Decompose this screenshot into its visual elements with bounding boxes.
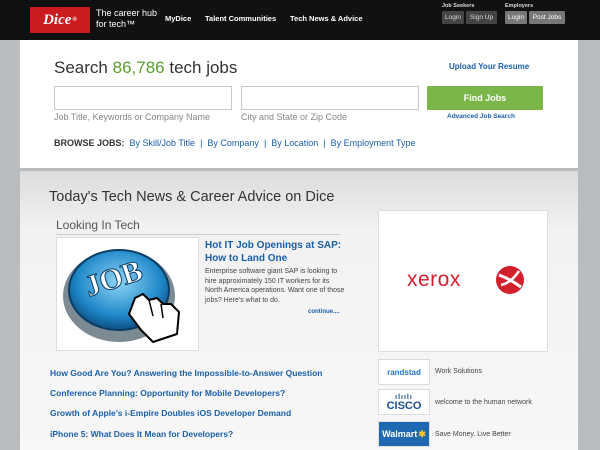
- dice-logo[interactable]: Dice ®: [30, 7, 90, 33]
- randstad-tagline: Work Solutions: [435, 368, 482, 375]
- upload-resume-link[interactable]: Upload Your Resume: [449, 62, 529, 71]
- search-panel: Search 86,786 tech jobs Upload Your Resu…: [20, 40, 578, 168]
- xerox-ad[interactable]: xerox: [378, 210, 548, 352]
- logo-text: Dice: [43, 11, 72, 28]
- featured-story-body: Enterprise software giant SAP is looking…: [205, 268, 345, 304]
- browse-by-skill[interactable]: By Skill/Job Title: [130, 138, 196, 148]
- cisco-logo[interactable]: ılıılı CISCO: [378, 389, 430, 415]
- walmart-logo-text: Walmart: [382, 429, 418, 439]
- top-bar: Dice ® The career hub for tech™ MyDice Ta…: [0, 0, 600, 40]
- nav-tech-news[interactable]: Tech News & Advice: [290, 14, 363, 23]
- keyword-hint: Job Title, Keywords or Company Name: [54, 112, 211, 122]
- section-divider: [56, 234, 340, 235]
- job-seekers-label: Job Seekers: [442, 3, 475, 9]
- section-heading: Looking In Tech: [56, 218, 140, 232]
- xerox-logo-text: xerox: [407, 268, 461, 291]
- featured-story-title[interactable]: Hot IT Job Openings at SAP: How to Land …: [205, 239, 355, 265]
- browse-label: BROWSE JOBS:: [54, 138, 125, 148]
- employers-label: Employers: [505, 3, 534, 9]
- continue-link[interactable]: continue....: [308, 309, 340, 315]
- job-seeker-signup-button[interactable]: Sign Up: [466, 11, 497, 24]
- post-jobs-button[interactable]: Post Jobs: [529, 11, 565, 24]
- job-count: 86,786: [112, 58, 165, 77]
- walmart-logo[interactable]: Walmart ✱: [378, 421, 430, 447]
- search-title-prefix: Search: [54, 58, 108, 77]
- search-title-suffix: tech jobs: [169, 58, 238, 77]
- browse-by-location[interactable]: By Location: [271, 138, 318, 148]
- randstad-logo[interactable]: randstad: [378, 359, 430, 385]
- employer-login-button[interactable]: Login: [505, 11, 527, 24]
- nav-talent-communities[interactable]: Talent Communities: [205, 14, 276, 23]
- tagline: The career hub for tech™: [96, 8, 158, 29]
- browse-by-company[interactable]: By Company: [207, 138, 259, 148]
- walmart-tagline: Save Money. Live Better: [435, 431, 511, 438]
- browse-by-employment-type[interactable]: By Employment Type: [331, 138, 416, 148]
- headline-link[interactable]: How Good Are You? Answering the Impossib…: [50, 368, 323, 378]
- location-input[interactable]: [241, 86, 419, 110]
- find-jobs-button[interactable]: Find Jobs: [427, 86, 543, 110]
- headline-link[interactable]: iPhone 5: What Does It Mean for Develope…: [50, 429, 233, 439]
- headline-link[interactable]: Conference Planning: Opportunity for Mob…: [50, 388, 285, 398]
- advanced-search-link[interactable]: Advanced Job Search: [447, 113, 515, 120]
- job-seeker-login-button[interactable]: Login: [442, 11, 464, 24]
- xerox-ball-icon: [496, 266, 524, 294]
- browse-jobs: BROWSE JOBS: By Skill/Job Title | By Compa…: [54, 138, 416, 148]
- cisco-tagline: welcome to the human network: [435, 399, 532, 406]
- headline-link[interactable]: Growth of Apple's i-Empire Doubles iOS D…: [50, 408, 291, 418]
- search-title: Search 86,786 tech jobs: [54, 58, 237, 78]
- nav-mydice[interactable]: MyDice: [165, 14, 191, 23]
- news-panel: Today's Tech News & Career Advice on Dic…: [20, 171, 578, 450]
- location-hint: City and State or Zip Code: [241, 112, 348, 122]
- keyword-input[interactable]: [54, 86, 232, 110]
- job-button-image[interactable]: JOB: [56, 237, 199, 351]
- randstad-logo-text: randstad: [387, 367, 421, 377]
- news-title: Today's Tech News & Career Advice on Dic…: [49, 189, 335, 205]
- cisco-logo-text: CISCO: [386, 400, 422, 412]
